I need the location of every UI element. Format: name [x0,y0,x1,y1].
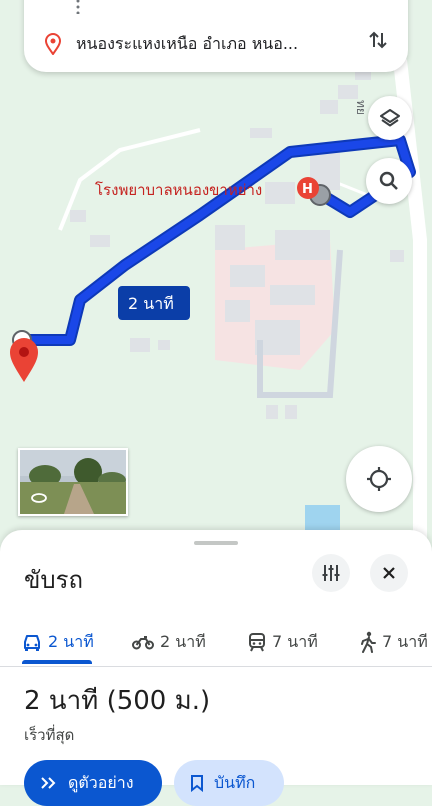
tab-driving-label: 2 นาที [48,631,94,651]
car-icon [24,635,40,651]
location-pin-icon [44,33,62,55]
destination-text: หนองระแหงเหนือ อำเภอ หนอ... [76,33,299,53]
tab-transit-label: 7 นาที [272,631,318,651]
sheet-drag-handle[interactable] [194,541,238,545]
save-button[interactable]: บันทึก [174,760,284,806]
svg-text:2 นาที: 2 นาที [128,294,174,313]
tab-motorbike[interactable]: 2 นาที [132,620,206,664]
walk-icon [361,631,376,653]
layers-icon [380,109,400,127]
travel-mode-tabs: 2 นาที 2 นาที 7 นาที 7 นาที [0,620,432,667]
save-button-label: บันทึก [214,772,256,792]
close-button[interactable] [370,554,408,592]
my-location-icon [367,467,391,491]
bookmark-icon [191,775,203,792]
360-icon [31,493,47,503]
directions-sheet: ขับรถ 2 นาที 2 นาที 7 นาที 7 นาที 2 นาที… [0,530,432,806]
close-icon [383,567,395,579]
route-duration-label[interactable]: 2 นาที [118,286,190,320]
route-subtext: เร็วที่สุด [24,726,75,744]
sheet-title: ขับรถ [24,566,84,594]
svg-text:H: H [302,182,313,197]
tab-motorbike-label: 2 นาที [160,631,206,651]
destination-field[interactable]: หนองระแหงเหนือ อำเภอ หนอ... [44,24,388,64]
search-icon [379,171,398,190]
motorbike-icon [132,636,154,650]
swap-button[interactable] [362,24,394,56]
transit-icon [249,633,265,652]
route-options-button[interactable] [312,554,350,592]
search-button[interactable] [366,158,412,204]
my-location-button[interactable] [346,446,412,512]
tab-transit[interactable]: 7 นาที [248,620,318,664]
route-summary: 2 นาที (500 ม.) [24,686,211,716]
directions-card: หนองระแหงเหนือ อำเภอ หนอ... [24,0,408,72]
double-chevron-icon [41,777,56,789]
poi-hospital-label[interactable]: โรงพยาบาลหนองขาหย่าง [95,181,262,199]
preview-button-label: ดูตัวอย่าง [68,772,134,792]
hospital-icon[interactable]: H [297,177,319,199]
tab-walking[interactable]: 7 นาที [360,620,428,664]
tab-walking-label: 7 นาที [382,631,428,651]
street-view-image [20,450,126,514]
tab-driving[interactable]: 2 นาที [22,620,94,664]
active-tab-indicator [22,660,92,664]
route-dots-icon [76,0,80,14]
preview-button[interactable]: ดูตัวอย่าง [24,760,162,806]
layers-button[interactable] [368,96,412,140]
tune-icon [322,565,340,581]
road-label: ทย [354,100,368,115]
swap-icon [369,31,387,49]
street-view-thumbnail[interactable] [18,448,128,516]
